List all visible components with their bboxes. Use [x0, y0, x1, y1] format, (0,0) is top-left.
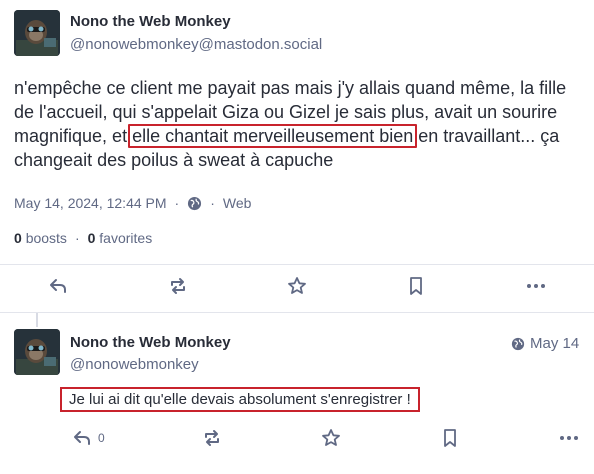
- more-icon: [560, 436, 578, 440]
- reply-boost-button[interactable]: [198, 429, 226, 447]
- reply-icon: [50, 279, 66, 293]
- more-icon: [527, 284, 545, 288]
- bookmark-icon: [410, 277, 422, 295]
- meta-separator: ·: [174, 195, 180, 211]
- reply-more-button[interactable]: [555, 429, 583, 447]
- divider: [0, 264, 594, 265]
- display-name[interactable]: Nono the Web Monkey: [70, 13, 231, 30]
- monkey-avatar-icon: [14, 329, 60, 375]
- bookmark-button[interactable]: [402, 275, 430, 297]
- highlighted-phrase: elle chantait merveilleusement bien: [128, 124, 418, 148]
- reply-icon: [74, 431, 90, 445]
- star-icon: [322, 429, 340, 446]
- reply-date: May 14: [530, 335, 580, 352]
- thread-line: [36, 313, 38, 327]
- avatar[interactable]: [14, 10, 60, 56]
- post-content: n'empêche ce client me payait pas mais j…: [14, 76, 580, 172]
- account-handle[interactable]: @nonowebmonkey@mastodon.social: [70, 36, 322, 53]
- boost-icon: [205, 430, 219, 446]
- post-meta: May 14, 2024, 12:44 PM · · Web: [14, 195, 251, 211]
- reply-bookmark-button[interactable]: [436, 428, 464, 448]
- bookmark-icon: [444, 429, 456, 447]
- reply-count: 0: [98, 431, 105, 445]
- meta-separator: ·: [210, 195, 215, 211]
- star-icon: [288, 277, 306, 294]
- reply-reply-button[interactable]: 0: [72, 429, 112, 447]
- favorite-button[interactable]: [283, 275, 311, 297]
- reply-date-link[interactable]: May 14: [511, 335, 579, 352]
- boost-icon: [171, 278, 185, 294]
- boosts-link[interactable]: 0 boosts: [14, 230, 67, 246]
- reply-button[interactable]: [44, 276, 72, 296]
- divider: [0, 312, 594, 313]
- reply-account-handle[interactable]: @nonowebmonkey: [70, 356, 199, 373]
- reply-avatar[interactable]: [14, 329, 60, 375]
- post-timestamp[interactable]: May 14, 2024, 12:44 PM: [14, 195, 167, 211]
- more-button[interactable]: [522, 276, 550, 296]
- globe-icon: [511, 337, 525, 351]
- reply-display-name[interactable]: Nono the Web Monkey: [70, 334, 231, 351]
- post-counts: 0 boosts · 0 favorites: [14, 230, 152, 246]
- globe-icon: [187, 196, 202, 211]
- monkey-avatar-icon: [14, 10, 60, 56]
- boost-button[interactable]: [164, 276, 192, 296]
- counts-separator: ·: [74, 230, 80, 246]
- reply-content: Je lui ai dit qu'elle devais absolument …: [60, 387, 420, 412]
- reply-favorite-button[interactable]: [317, 428, 345, 448]
- favorites-link[interactable]: 0 favorites: [88, 230, 153, 246]
- post-application: Web: [222, 195, 252, 211]
